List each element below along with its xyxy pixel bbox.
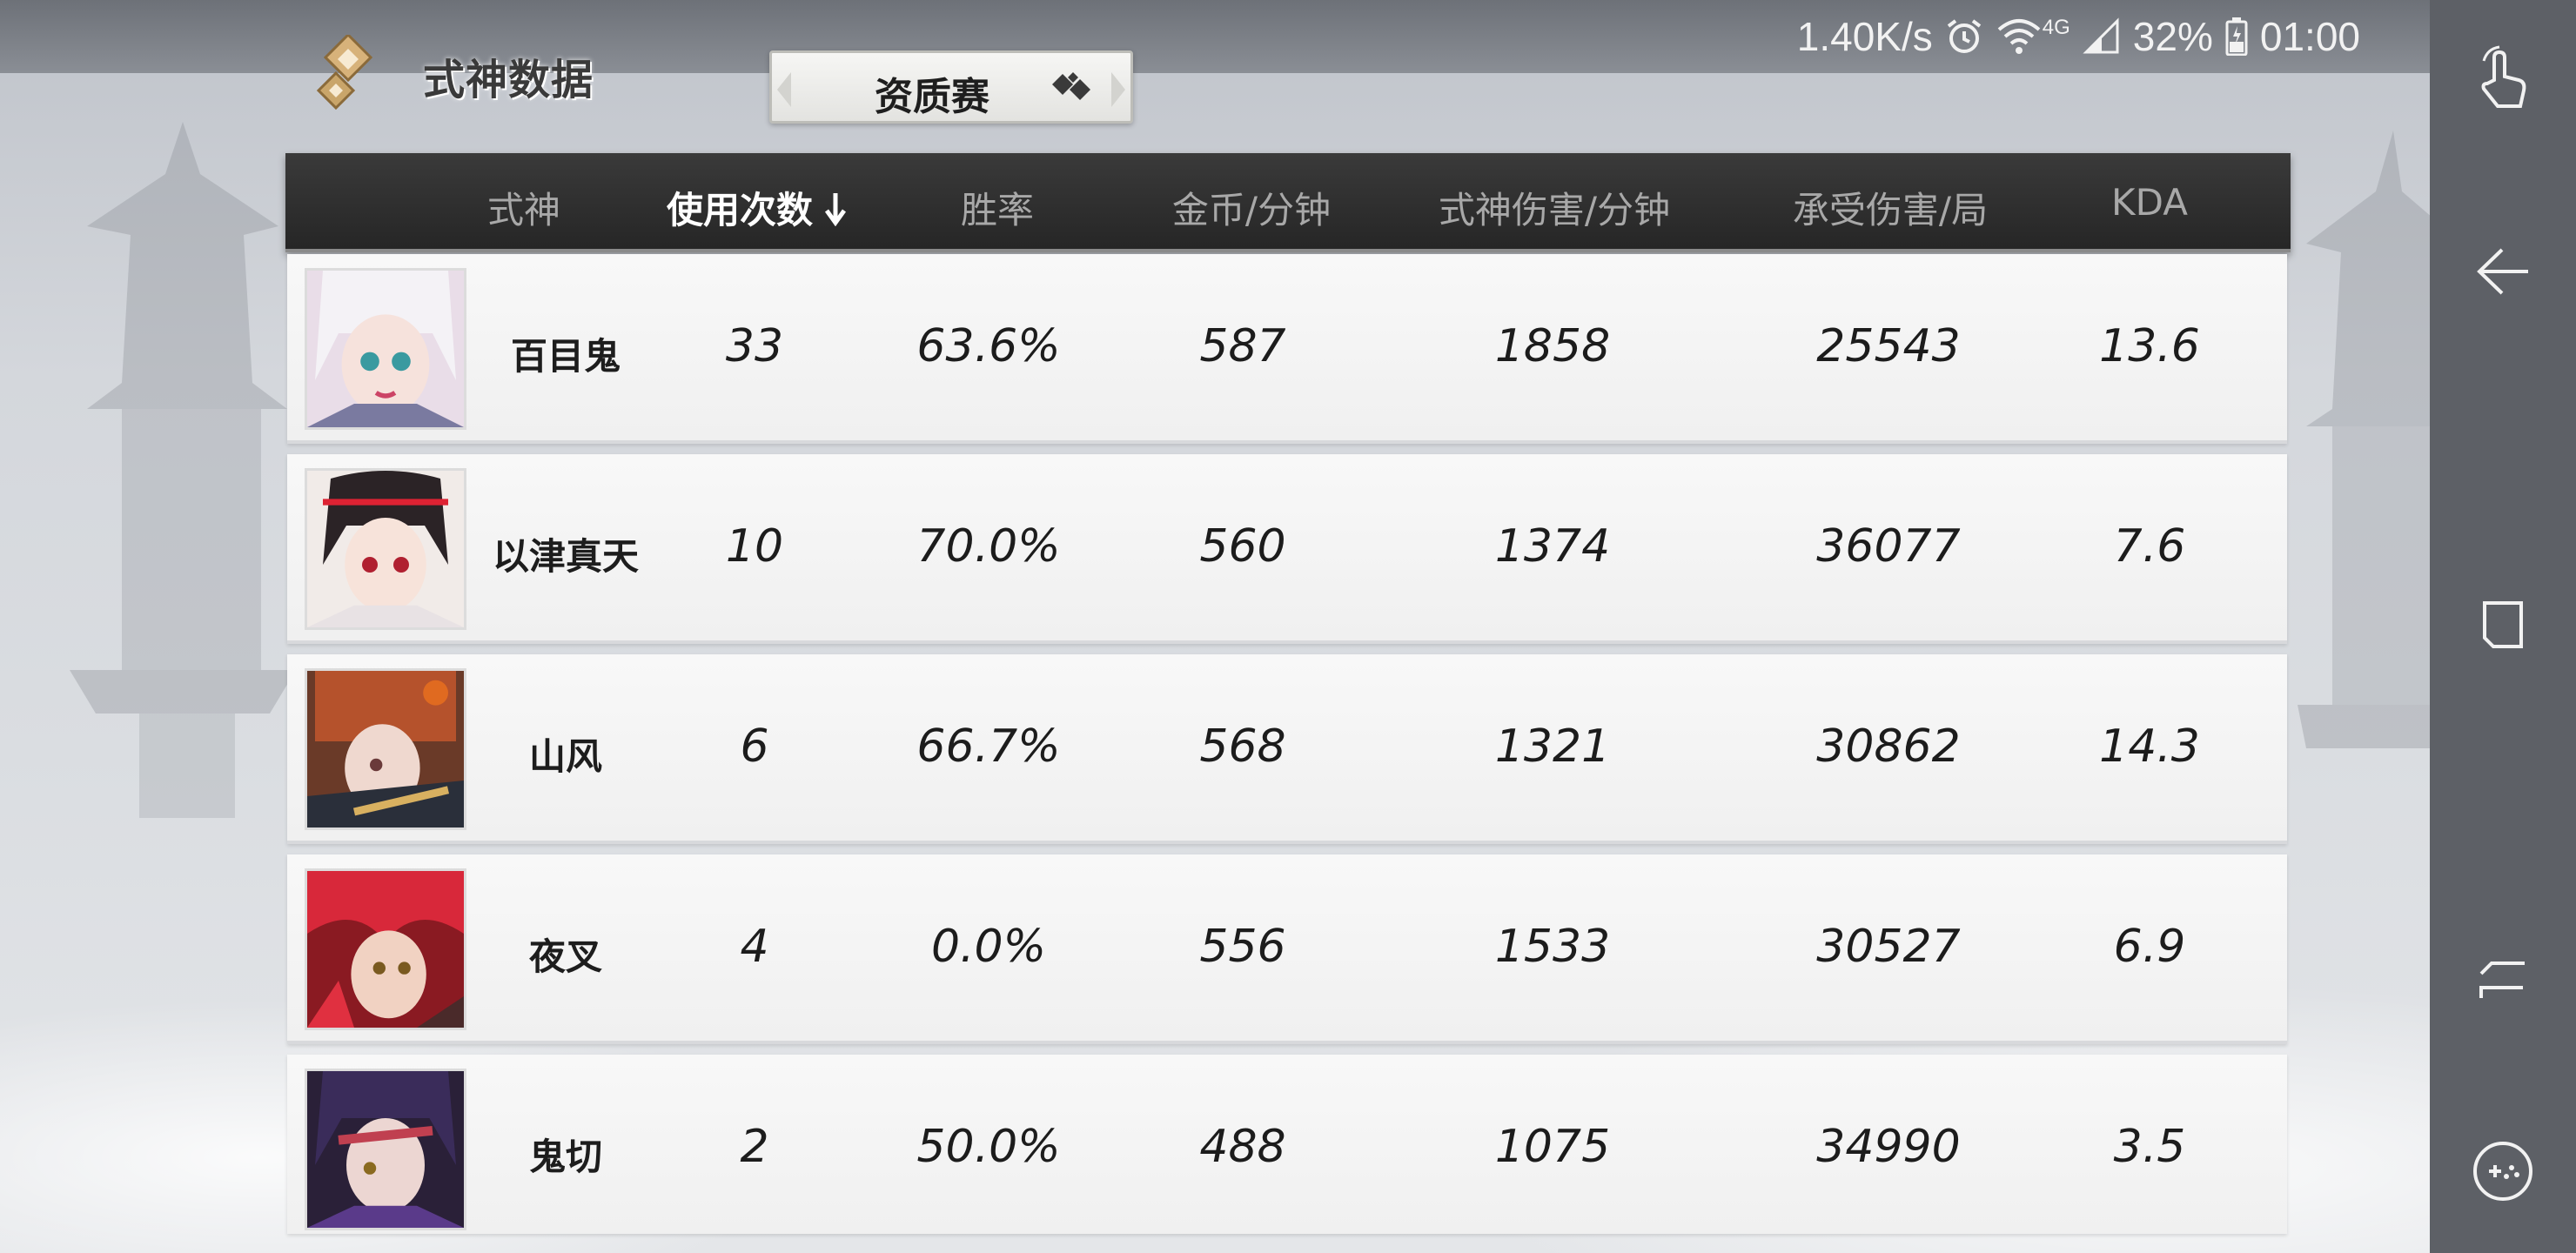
shikigami-avatar — [305, 268, 466, 430]
damage-per-min-value: 1533 — [1494, 921, 1611, 973]
damage-taken-value: 34990 — [1816, 1121, 1961, 1173]
kda-value: 7.6 — [2113, 520, 2186, 573]
back-icon — [2477, 248, 2528, 295]
page-title: 式神数据 — [423, 56, 594, 104]
navigation-bar — [2430, 0, 2576, 1253]
column-header-shikigami[interactable]: 式神 — [487, 181, 560, 234]
kda-value: 6.9 — [2113, 921, 2186, 973]
shikigami-name: 鬼切 — [528, 1136, 603, 1178]
column-header-gold-per-min[interactable]: 金币/分钟 — [1172, 181, 1331, 234]
status-bar: 1.40K/s 4G 32% 01:00 — [1797, 10, 2360, 63]
gold-per-min-value: 568 — [1199, 720, 1286, 773]
damage-taken-value: 25543 — [1816, 320, 1961, 372]
win-rate-value: 0.0% — [930, 921, 1047, 973]
damage-taken-value: 30527 — [1816, 921, 1961, 973]
battery-level: 32% — [2132, 14, 2213, 59]
uses-value: 4 — [740, 921, 769, 973]
column-header-kda[interactable]: KDA — [2111, 181, 2188, 224]
damage-per-min-value: 1374 — [1494, 520, 1611, 573]
damage-per-min-value: 1858 — [1494, 320, 1611, 372]
uses-value: 6 — [740, 720, 769, 773]
damage-taken-value: 36077 — [1816, 520, 1961, 573]
home-button[interactable] — [2459, 933, 2546, 1020]
touch-gesture-button[interactable] — [2459, 37, 2546, 124]
win-rate-value: 50.0% — [916, 1121, 1061, 1173]
recent-apps-button[interactable] — [2459, 581, 2546, 668]
damage-per-min-value: 1321 — [1494, 720, 1611, 773]
win-rate-value: 63.6% — [916, 320, 1061, 372]
mode-tab-qualifier[interactable]: 资质赛 — [769, 50, 1133, 124]
home-icon — [2479, 962, 2525, 998]
shikigami-name: 山风 — [528, 735, 603, 778]
shikigami-name: 百目鬼 — [510, 335, 621, 378]
table-row[interactable]: 山风 6 66.7% 568 1321 30862 14.3 — [287, 654, 2287, 844]
table-row[interactable]: 百目鬼 33 63.6% 587 1858 25543 13.6 — [287, 254, 2287, 444]
game-tools-button[interactable] — [2459, 1128, 2546, 1215]
uses-value: 33 — [725, 320, 784, 372]
clock: 01:00 — [2259, 14, 2360, 59]
shikigami-avatar — [305, 1069, 466, 1230]
signal-icon — [2083, 17, 2121, 56]
shikigami-name: 夜叉 — [528, 935, 603, 978]
column-header-uses-label: 使用次数 — [666, 189, 814, 231]
game-controller-icon — [2473, 1142, 2532, 1201]
gold-per-min-value: 556 — [1199, 921, 1286, 973]
kda-value: 13.6 — [2099, 320, 2200, 372]
back-button[interactable] — [2459, 228, 2546, 315]
table-header: 式神 使用次数 胜率 金币/分钟 式神伤害/分钟 承受伤害/局 KDA — [285, 153, 2291, 252]
mode-tab-label: 资质赛 — [875, 75, 989, 119]
shikigami-avatar — [305, 668, 466, 830]
pagoda-left-illustration — [70, 122, 296, 818]
diamond-pattern-icon — [1052, 72, 1090, 100]
sort-desc-icon — [823, 191, 848, 235]
shikigami-name: 以津真天 — [492, 535, 640, 578]
battery-icon — [2225, 17, 2248, 56]
win-rate-value: 70.0% — [916, 520, 1061, 573]
network-type: 4G — [2042, 16, 2070, 39]
alarm-icon — [1945, 17, 1983, 56]
touch-gesture-icon — [2481, 45, 2526, 108]
column-header-damage-taken[interactable]: 承受伤害/局 — [1793, 181, 1988, 234]
shikigami-logo-icon — [316, 35, 373, 111]
table-row[interactable]: 夜叉 4 0.0% 556 1533 30527 6.9 — [287, 854, 2287, 1044]
table-row[interactable]: 以津真天 10 70.0% 560 1374 36077 7.6 — [287, 454, 2287, 644]
gold-per-min-value: 587 — [1199, 320, 1286, 372]
win-rate-value: 66.7% — [916, 720, 1061, 773]
kda-value: 14.3 — [2099, 720, 2200, 773]
uses-value: 10 — [725, 520, 784, 573]
gold-per-min-value: 560 — [1199, 520, 1286, 573]
damage-per-min-value: 1075 — [1494, 1121, 1611, 1173]
uses-value: 2 — [740, 1121, 769, 1173]
damage-taken-value: 30862 — [1816, 720, 1961, 773]
recent-apps-icon — [2483, 601, 2523, 648]
gold-per-min-value: 488 — [1199, 1121, 1286, 1173]
net-speed: 1.40K/s — [1796, 14, 1933, 59]
shikigami-avatar — [305, 868, 466, 1030]
column-header-uses[interactable]: 使用次数 — [667, 181, 848, 235]
column-header-damage-per-min[interactable]: 式神伤害/分钟 — [1439, 181, 1670, 234]
kda-value: 3.5 — [2113, 1121, 2186, 1173]
column-header-win-rate[interactable]: 胜率 — [961, 181, 1034, 234]
table-row[interactable]: 鬼切 2 50.0% 488 1075 34990 3.5 — [287, 1055, 2287, 1234]
shikigami-avatar — [305, 468, 466, 630]
wifi-icon — [1996, 17, 2043, 56]
